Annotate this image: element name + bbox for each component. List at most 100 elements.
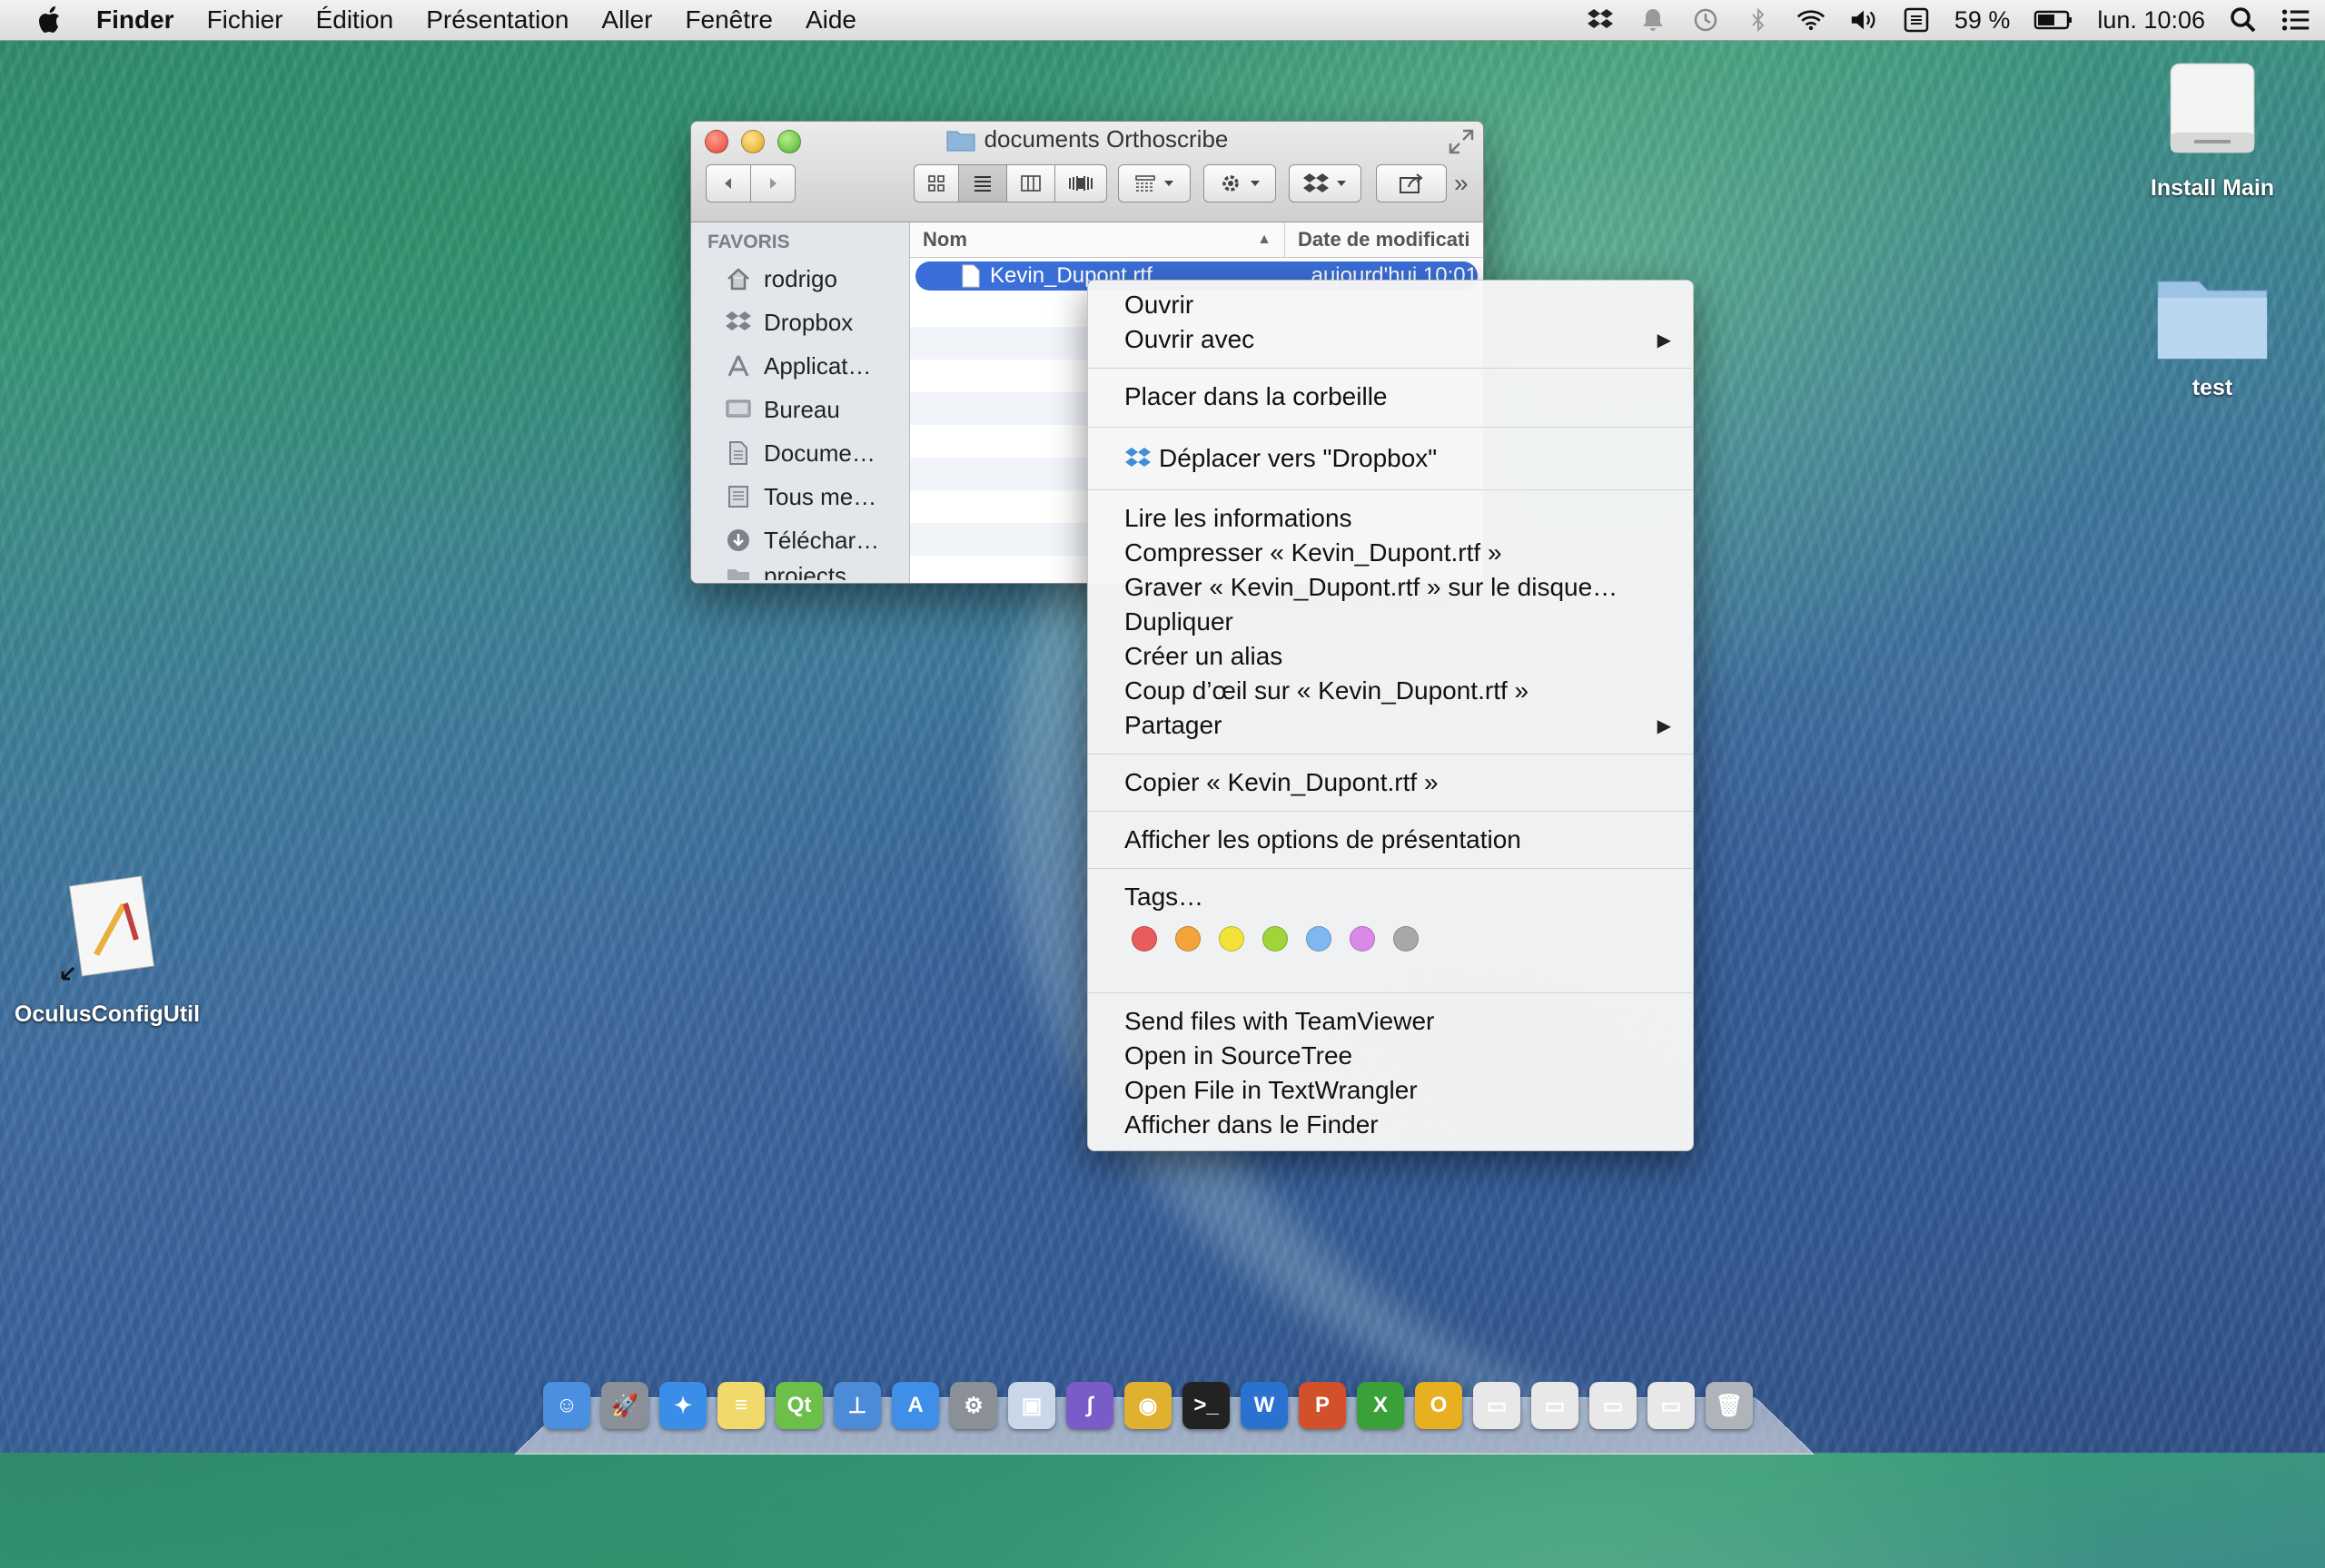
bluetooth-icon[interactable]	[1744, 5, 1773, 35]
menu-item-open-with[interactable]: Ouvrir avec ▶	[1088, 322, 1693, 357]
coverflow-view-button[interactable]	[1055, 164, 1107, 202]
notifications-bell-icon[interactable]	[1638, 5, 1667, 35]
tag-color-6[interactable]	[1393, 926, 1419, 952]
arrange-button[interactable]	[1118, 164, 1191, 202]
menu-item-view-options[interactable]: Afficher les options de présentation	[1088, 823, 1693, 857]
tag-color-2[interactable]	[1219, 926, 1244, 952]
menu-app-finder[interactable]: Finder	[96, 5, 174, 35]
word-icon[interactable]: W	[1239, 1378, 1290, 1433]
sidebar-item-bureau[interactable]: Bureau	[691, 388, 909, 431]
tower-icon[interactable]: ∫	[1064, 1378, 1115, 1433]
column-view-button[interactable]	[1007, 164, 1055, 202]
apple-menu-icon[interactable]	[33, 2, 69, 38]
window-thumbnail-icon[interactable]: ▭	[1529, 1378, 1580, 1433]
notification-center-icon[interactable]	[2281, 5, 2310, 35]
share-button[interactable]	[1376, 164, 1447, 202]
menu-item-textwrangler[interactable]: Open File in TextWrangler	[1088, 1073, 1693, 1108]
menu-item-tags[interactable]: Tags…	[1088, 880, 1693, 914]
wifi-icon[interactable]	[1796, 5, 1825, 35]
menu-item-move-to-dropbox[interactable]: Déplacer vers "Dropbox"	[1088, 439, 1693, 478]
dropbox-status-icon[interactable]	[1586, 5, 1615, 35]
desktop-test-folder[interactable]: test	[2125, 263, 2300, 401]
system-preferences-icon[interactable]: ⚙	[948, 1378, 999, 1433]
desktop-test-folder-label: test	[2191, 375, 2233, 400]
menu-aller[interactable]: Aller	[601, 5, 652, 35]
folder-icon	[2157, 281, 2268, 360]
forward-button[interactable]	[751, 164, 796, 202]
safari-icon[interactable]: ✦	[658, 1378, 708, 1433]
app-store-icon[interactable]: A	[890, 1378, 941, 1433]
window-thumbnail-icon[interactable]: ▭	[1588, 1378, 1638, 1433]
menu-item-open[interactable]: Ouvrir	[1088, 288, 1693, 322]
clock[interactable]: lun. 10:06	[2097, 6, 2205, 35]
icon-view-button[interactable]	[914, 164, 959, 202]
menu-item-show-in-finder[interactable]: Afficher dans le Finder	[1088, 1108, 1693, 1142]
back-button[interactable]	[706, 164, 751, 202]
toolbar-overflow-icon[interactable]: »	[1454, 169, 1469, 198]
tag-color-0[interactable]	[1132, 926, 1157, 952]
launchpad-icon[interactable]: 🚀	[599, 1378, 650, 1433]
sidebar-item-projects[interactable]: projects	[691, 562, 909, 580]
dropbox-toolbar-button[interactable]	[1289, 164, 1361, 202]
action-button[interactable]	[1203, 164, 1276, 202]
menu-presentation[interactable]: Présentation	[426, 5, 569, 35]
menu-item-share[interactable]: Partager ▶	[1088, 708, 1693, 743]
sidebar-item-rodrigo[interactable]: rodrigo	[691, 257, 909, 301]
menu-item-get-info[interactable]: Lire les informations	[1088, 501, 1693, 536]
tag-color-4[interactable]	[1306, 926, 1331, 952]
column-name-header[interactable]: Nom ▲	[910, 222, 1285, 257]
dropbox-icon	[1125, 448, 1151, 467]
menu-item-make-alias[interactable]: Créer un alias	[1088, 639, 1693, 674]
sidebar-item-applications[interactable]: Applicat…	[691, 344, 909, 388]
window-title: documents Orthoscribe	[984, 125, 1229, 153]
notes-icon[interactable]: ≡	[716, 1378, 767, 1433]
spotlight-search-icon[interactable]	[2229, 5, 2258, 35]
qt-icon[interactable]: Qt	[774, 1378, 825, 1433]
outlook-icon[interactable]: O	[1413, 1378, 1464, 1433]
menu-item-duplicate[interactable]: Dupliquer	[1088, 605, 1693, 639]
desktop-install-drive[interactable]: Install Main	[2125, 54, 2300, 202]
list-view-button[interactable]	[959, 164, 1007, 202]
keynote-icon[interactable]: ⊥	[832, 1378, 883, 1433]
tag-color-1[interactable]	[1175, 926, 1201, 952]
window-thumbnail-icon[interactable]: ▭	[1646, 1378, 1697, 1433]
volume-icon[interactable]	[1849, 5, 1878, 35]
battery-icon[interactable]	[2033, 5, 2073, 35]
terminal-icon[interactable]: >_	[1181, 1378, 1232, 1433]
menu-fenetre[interactable]: Fenêtre	[685, 5, 773, 35]
fullscreen-icon[interactable]	[1447, 127, 1476, 156]
menu-fichier[interactable]: Fichier	[207, 5, 283, 35]
preview-icon[interactable]: ▣	[1006, 1378, 1057, 1433]
column-date-header[interactable]: Date de modificati	[1285, 222, 1469, 257]
chrome-icon[interactable]: ◉	[1123, 1378, 1173, 1433]
menu-item-trash[interactable]: Placer dans la corbeille	[1088, 380, 1693, 414]
finder-icon[interactable]: ☺	[541, 1378, 592, 1433]
view-mode-switcher	[914, 164, 1107, 202]
sort-ascending-icon: ▲	[1257, 232, 1271, 247]
finder-titlebar[interactable]: documents Orthoscribe »	[691, 122, 1483, 222]
powerpoint-icon[interactable]: P	[1297, 1378, 1348, 1433]
time-machine-icon[interactable]	[1691, 5, 1720, 35]
menu-item-quick-look[interactable]: Coup d’œil sur « Kevin_Dupont.rtf »	[1088, 674, 1693, 708]
menu-item-sourcetree[interactable]: Open in SourceTree	[1088, 1039, 1693, 1073]
desktop-oculus-alias[interactable]: OculusConfigUtil	[7, 872, 207, 1028]
tag-color-3[interactable]	[1262, 926, 1288, 952]
trash-icon[interactable]: 🗑	[1704, 1378, 1755, 1433]
download-icon	[724, 526, 753, 555]
column-name-label: Nom	[923, 228, 967, 251]
menu-item-burn[interactable]: Graver « Kevin_Dupont.rtf » sur le disqu…	[1088, 570, 1693, 605]
menu-edition[interactable]: Édition	[316, 5, 394, 35]
sidebar-item-all-files[interactable]: Tous me…	[691, 475, 909, 518]
sidebar-item-downloads[interactable]: Téléchar…	[691, 518, 909, 562]
keyboard-input-icon[interactable]	[1902, 5, 1931, 35]
menu-item-compress[interactable]: Compresser « Kevin_Dupont.rtf »	[1088, 536, 1693, 570]
excel-icon[interactable]: X	[1355, 1378, 1406, 1433]
sidebar-item-dropbox[interactable]: Dropbox	[691, 301, 909, 344]
sidebar-item-documents[interactable]: Docume…	[691, 431, 909, 475]
window-thumbnail-icon[interactable]: ▭	[1471, 1378, 1522, 1433]
menu-aide[interactable]: Aide	[806, 5, 856, 35]
tag-color-5[interactable]	[1350, 926, 1375, 952]
battery-percent[interactable]: 59 %	[1954, 6, 2011, 35]
menu-item-teamviewer[interactable]: Send files with TeamViewer	[1088, 1004, 1693, 1039]
menu-item-copy[interactable]: Copier « Kevin_Dupont.rtf »	[1088, 765, 1693, 800]
